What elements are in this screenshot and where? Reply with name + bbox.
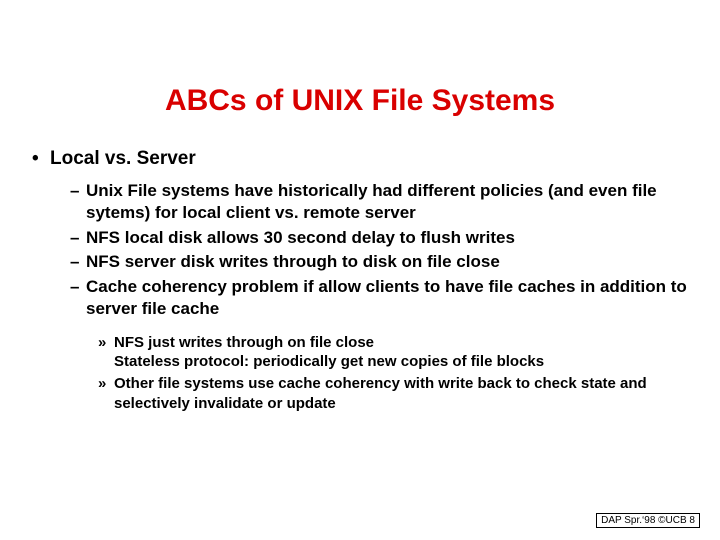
bullet-level-3: »NFS just writes through on file close S…: [98, 333, 692, 373]
slide: ABCs of UNIX File Systems •Local vs. Ser…: [0, 0, 720, 540]
bullet-level-3-group: »NFS just writes through on file close S…: [98, 333, 692, 414]
bullet-level-2-text: Cache coherency problem if allow clients…: [86, 277, 687, 318]
bullet-level-2-group: –Unix File systems have historically had…: [70, 180, 692, 321]
slide-title: ABCs of UNIX File Systems: [28, 84, 692, 118]
bullet-level-2-text: Unix File systems have historically had …: [86, 181, 657, 222]
bullet-dot-icon: •: [32, 148, 50, 170]
dash-icon: –: [70, 276, 86, 298]
bullet-level-2-text: NFS local disk allows 30 second delay to…: [86, 228, 515, 247]
slide-footer: DAP Spr.‘98 ©UCB 8: [596, 513, 700, 528]
raquo-icon: »: [98, 374, 114, 394]
bullet-level-3-text: Stateless protocol: periodically get new…: [114, 353, 544, 370]
bullet-level-1: •Local vs. Server: [32, 148, 692, 170]
bullet-level-2: –Cache coherency problem if allow client…: [70, 276, 692, 321]
bullet-level-2: –Unix File systems have historically had…: [70, 180, 692, 225]
bullet-level-3: »Other file systems use cache coherency …: [98, 374, 692, 414]
bullet-level-3-text: Other file systems use cache coherency w…: [114, 375, 647, 412]
bullet-level-3-text: NFS just writes through on file close: [114, 334, 374, 351]
dash-icon: –: [70, 227, 86, 249]
raquo-icon: »: [98, 333, 114, 353]
bullet-level-2: –NFS local disk allows 30 second delay t…: [70, 227, 692, 249]
bullet-level-2-text: NFS server disk writes through to disk o…: [86, 252, 500, 271]
dash-icon: –: [70, 180, 86, 202]
bullet-level-1-text: Local vs. Server: [50, 148, 196, 169]
dash-icon: –: [70, 251, 86, 273]
bullet-level-2: –NFS server disk writes through to disk …: [70, 251, 692, 273]
